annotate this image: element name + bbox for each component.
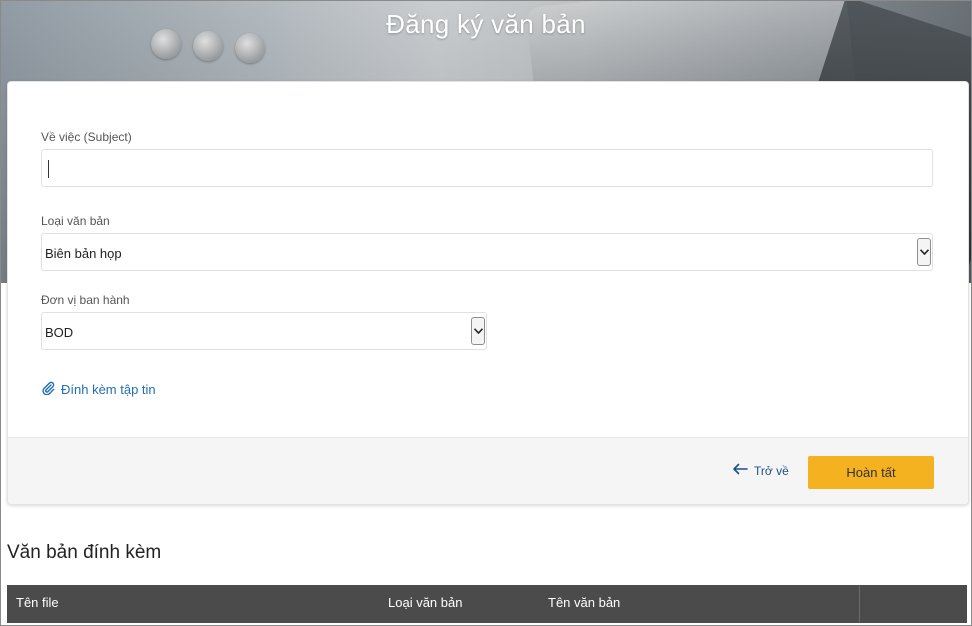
text-caret [48, 160, 49, 178]
attach-file-link[interactable]: Đính kèm tập tin [41, 381, 156, 398]
page-title: Đăng ký văn bản [386, 9, 586, 39]
chevron-down-icon[interactable] [471, 317, 485, 345]
attach-file-label: Đính kèm tập tin [61, 382, 156, 397]
issuer-label: Đơn vị ban hành [41, 293, 130, 307]
column-header-doc-type[interactable]: Loại văn bản [388, 595, 462, 610]
column-header-doc-name[interactable]: Tên văn bản [548, 595, 620, 610]
issuer-select[interactable]: BOD [41, 312, 487, 350]
form-footer: Trở về Hoàn tất [8, 437, 968, 504]
register-form-card: Về việc (Subject) Loại văn bản Biên bản … [7, 81, 969, 505]
subject-input[interactable] [41, 149, 933, 187]
back-label: Trở về [754, 463, 789, 478]
attachments-table-header: Tên file Loại văn bản Tên văn bản [7, 585, 967, 623]
subject-label: Về việc (Subject) [41, 130, 132, 144]
column-header-file-name[interactable]: Tên file [16, 595, 59, 610]
issuer-selected-value: BOD [45, 325, 74, 340]
doc-type-select[interactable]: Biên bản họp [41, 233, 933, 271]
app-window: Đăng ký văn bản Về việc (Subject) Loại v… [0, 0, 972, 626]
paperclip-icon [41, 381, 61, 398]
doc-type-selected-value: Biên bản họp [45, 246, 122, 261]
back-link[interactable]: Trở về [732, 463, 789, 478]
attachments-section-title: Văn bản đính kèm [7, 542, 162, 563]
column-divider [859, 585, 860, 623]
chevron-down-icon[interactable] [917, 238, 931, 266]
arrow-left-icon [732, 463, 754, 478]
doc-type-label: Loại văn bản [41, 214, 110, 228]
finish-button[interactable]: Hoàn tất [808, 456, 934, 489]
